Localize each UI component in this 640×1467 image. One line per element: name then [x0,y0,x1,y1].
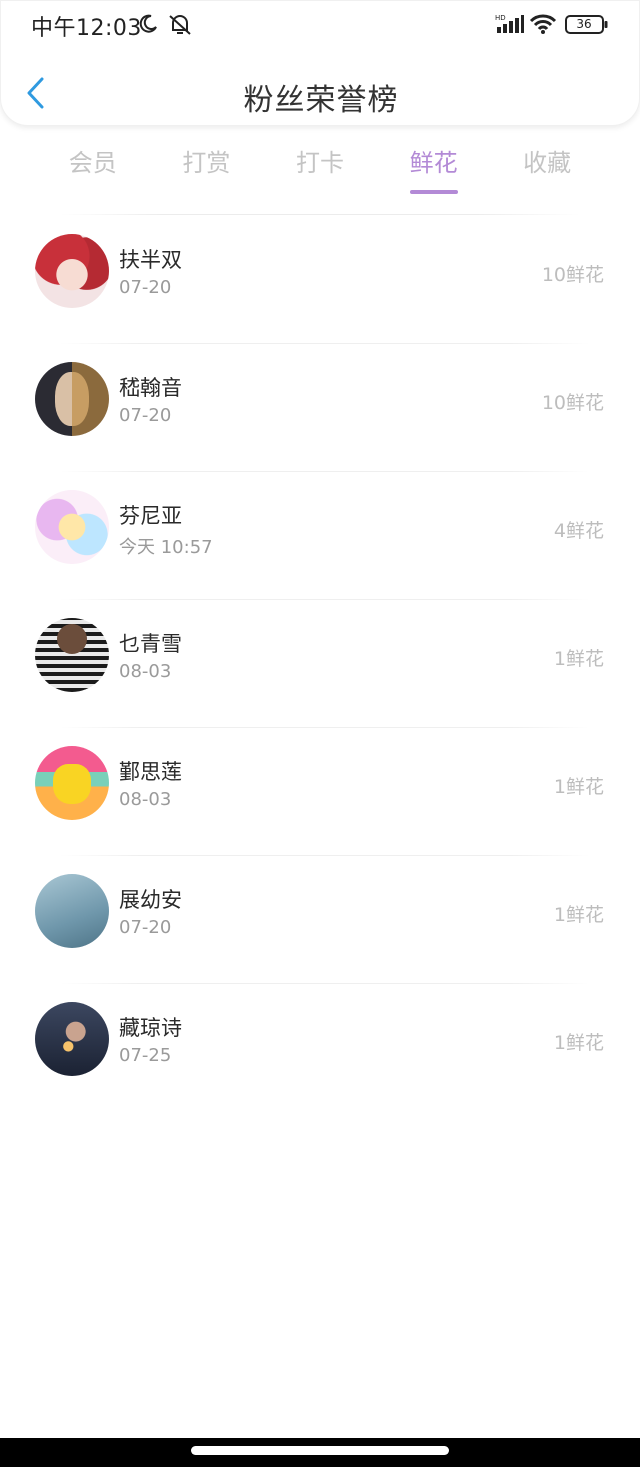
fan-name: 嵇翰音 [119,376,182,400]
hd-signal-icon: HD [495,13,525,39]
status-time: 中午12:03 [31,16,142,41]
list-item[interactable]: 嵇翰音 07-20 10鲜花 [0,344,640,472]
home-indicator[interactable] [191,1446,449,1455]
tab-label: 会员 [68,149,117,177]
avatar[interactable] [35,746,109,820]
list-item[interactable]: 乜青雪 08-03 1鲜花 [0,600,640,728]
tab-label: 鲜花 [409,149,458,177]
tab-favorites[interactable]: 收藏 [490,140,604,200]
flower-count: 10鲜花 [541,264,604,286]
flower-count: 1鲜花 [553,648,604,670]
list-item[interactable]: 芬尼亚 今天 10:57 4鲜花 [0,472,640,600]
avatar[interactable] [35,618,109,692]
fan-name: 鄞思莲 [119,760,182,784]
avatar[interactable] [35,874,109,948]
list-item[interactable]: 藏琼诗 07-25 1鲜花 [0,984,640,1112]
flower-count: 1鲜花 [553,776,604,798]
fan-date: 07-25 [119,1045,172,1066]
moon-icon [137,13,159,39]
page-title: 粉丝荣誉榜 [243,83,399,118]
fan-name: 藏琼诗 [119,1016,182,1040]
fan-name: 展幼安 [119,888,182,912]
ranking-list: 扶半双 07-20 10鲜花 嵇翰音 07-20 10鲜花 芬尼亚 今天 10:… [0,216,640,1112]
screen: 中午12:03 HD 36 粉丝荣誉榜 会员 打赏 打卡 鲜花 收藏 扶半双 0… [0,0,640,1467]
list-item[interactable]: 扶半双 07-20 10鲜花 [0,216,640,344]
wifi-icon [529,13,557,39]
flower-count: 1鲜花 [553,1032,604,1054]
tab-bar: 会员 打赏 打卡 鲜花 收藏 [36,140,604,200]
fan-date: 今天 10:57 [119,537,213,558]
avatar[interactable] [35,362,109,436]
flower-count: 10鲜花 [541,392,604,414]
nav-bar: 粉丝荣誉榜 [1,61,640,127]
system-gesture-bar [0,1438,640,1467]
header-card: 中午12:03 HD 36 粉丝荣誉榜 [0,0,640,126]
battery-icon: 36 [565,15,609,35]
fan-date: 07-20 [119,277,172,298]
tab-label: 打赏 [182,149,231,177]
alarm-off-icon [167,13,193,41]
tab-label: 打卡 [295,149,344,177]
fan-name: 芬尼亚 [119,504,182,528]
avatar[interactable] [35,234,109,308]
tab-checkin[interactable]: 打卡 [263,140,377,200]
fan-name: 扶半双 [119,248,182,272]
svg-text:HD: HD [495,14,506,22]
tabs-divider [60,214,580,215]
list-item[interactable]: 鄞思莲 08-03 1鲜花 [0,728,640,856]
tab-label: 收藏 [523,149,572,177]
battery-level: 36 [576,17,592,31]
avatar[interactable] [35,490,109,564]
tab-rewards[interactable]: 打赏 [150,140,264,200]
fan-date: 08-03 [119,661,172,682]
avatar[interactable] [35,1002,109,1076]
flower-count: 4鲜花 [553,520,604,542]
fan-date: 07-20 [119,917,172,938]
tab-members[interactable]: 会员 [36,140,150,200]
flower-count: 1鲜花 [553,904,604,926]
active-tab-indicator [409,190,458,194]
status-bar: 中午12:03 HD 36 [1,1,640,49]
list-item[interactable]: 展幼安 07-20 1鲜花 [0,856,640,984]
tab-flowers[interactable]: 鲜花 [377,140,491,200]
fan-date: 08-03 [119,789,172,810]
fan-date: 07-20 [119,405,172,426]
fan-name: 乜青雪 [119,632,182,656]
